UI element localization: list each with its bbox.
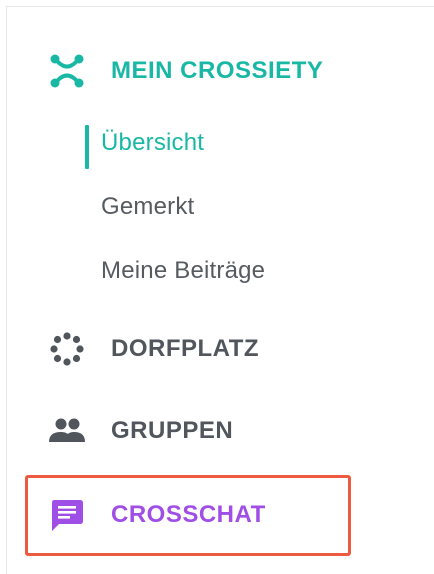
dots-circle-icon [47, 329, 87, 369]
chat-bubble-icon [47, 495, 87, 535]
sidebar-panel: MEIN CROSSIETY Übersicht Gemerkt Meine B… [6, 6, 434, 574]
sub-item-uebersicht[interactable]: Übersicht [101, 129, 204, 157]
nav-dorfplatz[interactable]: DORFPLATZ [47, 329, 259, 369]
nav-crosschat-label: CROSSCHAT [111, 501, 266, 528]
nav-gruppen[interactable]: GRUPPEN [47, 411, 233, 451]
crossiety-logo-icon [47, 51, 87, 91]
sub-item-meine-beitraege[interactable]: Meine Beiträge [101, 257, 265, 285]
nav-mein-crossiety-label: MEIN CROSSIETY [111, 57, 324, 84]
active-indicator [85, 125, 89, 169]
nav-dorfplatz-label: DORFPLATZ [111, 335, 260, 362]
group-icon [47, 411, 87, 451]
sub-item-gemerkt[interactable]: Gemerkt [101, 193, 194, 221]
nav-mein-crossiety[interactable]: MEIN CROSSIETY [47, 51, 323, 91]
nav-gruppen-label: GRUPPEN [111, 417, 234, 444]
nav-crosschat[interactable]: CROSSCHAT [47, 495, 266, 535]
